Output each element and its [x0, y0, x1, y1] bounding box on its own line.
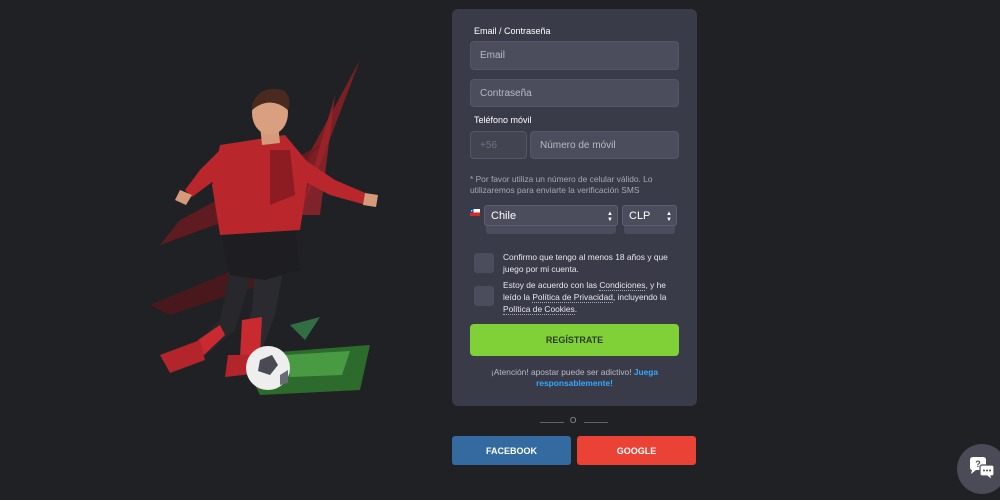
select-arrows-icon: ▲ ▼ [666, 211, 672, 223]
divider-line-left [540, 422, 564, 423]
password-placeholder: Contraseña [480, 87, 532, 99]
register-button[interactable]: REGÍSTRATE [470, 324, 679, 356]
terms-text-part1: Estoy de acuerdo con las [503, 280, 600, 290]
email-placeholder: Email [480, 50, 506, 61]
google-label: GOOGLE [616, 445, 657, 456]
conditions-link[interactable]: Condiciones [599, 280, 646, 291]
chat-button[interactable]: ? [957, 444, 1000, 494]
chat-bubbles-icon: ? [970, 457, 995, 481]
phone-number-input[interactable]: Número de móvil [530, 131, 679, 159]
age-confirm-checkbox[interactable] [474, 253, 494, 273]
divider-text: O [570, 416, 577, 425]
warning-text: ¡Atención! apostar puede ser adictivo! [490, 367, 634, 377]
soccer-player-illustration [120, 55, 390, 400]
facebook-label: FACEBOOK [485, 445, 537, 456]
country-select-shadow [486, 226, 616, 234]
cookies-policy-link[interactable]: Política de Cookies [503, 304, 575, 315]
registration-card: Email / Contraseña Email Contraseña Telé… [452, 9, 697, 406]
phone-note: * Por favor utiliza un número de celular… [470, 174, 653, 195]
or-divider: O [540, 415, 608, 429]
terms-text-part4: . [574, 304, 578, 314]
age-confirm-text: Confirmo que tengo al menos 18 años y qu… [503, 252, 668, 274]
phone-prefix: +56 [480, 139, 497, 151]
gambling-warning: ¡Atención! apostar puede ser adictivo! J… [470, 367, 679, 389]
email-input[interactable]: Email [470, 41, 679, 70]
country-value: Chile [491, 209, 517, 222]
terms-checkbox[interactable] [474, 286, 494, 306]
password-input[interactable]: Contraseña [470, 79, 679, 107]
register-label: REGÍSTRATE [545, 335, 604, 345]
terms-text-part3: , incluyendo la [612, 292, 667, 302]
country-select[interactable]: Chile ▲ ▼ [484, 205, 618, 226]
email-section-label: Email / Contraseña [474, 26, 551, 36]
divider-line-right [584, 422, 608, 423]
phone-section-label: Teléfono móvil [474, 115, 532, 125]
google-button[interactable]: GOOGLE [577, 436, 696, 465]
privacy-policy-link[interactable]: Política de Privacidad [532, 292, 613, 303]
chile-flag-icon [470, 209, 480, 216]
terms-text: Estoy de acuerdo con las Condiciones, y … [503, 279, 675, 315]
phone-prefix-field: +56 [470, 131, 527, 159]
phone-placeholder: Número de móvil [540, 139, 616, 151]
select-arrows-icon: ▲ ▼ [607, 211, 613, 223]
currency-select-shadow [624, 226, 675, 234]
currency-value: CLP [629, 209, 651, 222]
currency-select[interactable]: CLP ▲ ▼ [622, 205, 677, 226]
facebook-button[interactable]: FACEBOOK [452, 436, 571, 465]
